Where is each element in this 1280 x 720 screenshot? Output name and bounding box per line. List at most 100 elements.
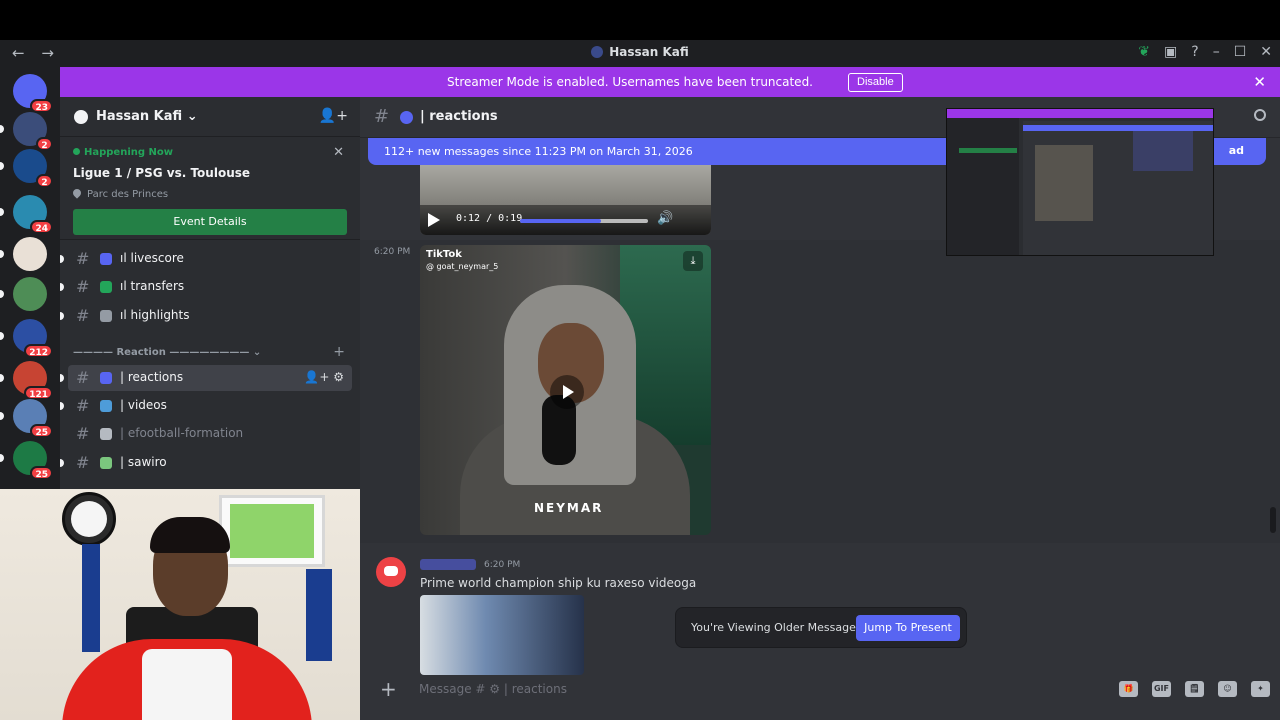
message-composer[interactable]: + Message # ⚙ | reactions 🎁 GIF 🗒 ☺ ✦ (370, 669, 1270, 709)
channel-emoji-icon (100, 428, 112, 440)
mark-as-read-text[interactable]: ad (1229, 144, 1244, 157)
top-black-bar (0, 0, 1280, 40)
chat-scrollbar[interactable] (1270, 507, 1276, 533)
unread-pill (0, 125, 4, 133)
message-input[interactable]: Message # ⚙ | reactions (419, 682, 567, 696)
server-icon[interactable]: 24 (0, 195, 53, 234)
unread-pill (0, 454, 4, 462)
mention-badge: 23 (30, 99, 53, 113)
discord-avatar[interactable] (376, 557, 406, 587)
create-channel-icon[interactable]: + (333, 344, 345, 360)
channel-item[interactable]: # ıl transfers (60, 274, 352, 300)
mention-badge: 2 (36, 174, 53, 188)
unread-pill (0, 162, 4, 170)
event-card: Happening Now ✕ Ligue 1 / PSG vs. Toulou… (60, 138, 360, 240)
message-video-thumbnail[interactable] (420, 595, 584, 675)
category-reaction[interactable]: ———— Reaction ———————— ⌄ + (73, 344, 353, 361)
gift-icon[interactable]: 🎁 (1119, 681, 1138, 697)
unread-indicator (60, 374, 64, 382)
play-overlay-icon[interactable] (550, 375, 584, 409)
nitro-leaf-icon[interactable]: ❦ (1138, 44, 1150, 60)
window-title: Hassan Kafi (0, 45, 1280, 59)
unread-pill (0, 412, 4, 420)
location-pin-icon (71, 187, 83, 199)
mention-badge: 24 (30, 220, 53, 234)
server-icon[interactable]: 25 (0, 399, 53, 438)
channel-settings-icon[interactable]: 👤+ ⚙ (304, 370, 344, 384)
minimize-button[interactable]: – (1213, 44, 1220, 60)
message-timestamp-2: 6:20 PM (484, 560, 521, 570)
server-icon[interactable]: 23 (13, 74, 53, 113)
unread-indicator (60, 459, 64, 467)
maximize-button[interactable]: ☐ (1234, 44, 1247, 60)
server-icon[interactable]: 212 (0, 319, 53, 358)
mention-badge: 121 (24, 386, 53, 400)
streamer-hair (150, 517, 230, 553)
help-icon[interactable]: ? (1191, 44, 1198, 60)
sticker-icon[interactable]: 🗒 (1185, 681, 1204, 697)
composer-tools: 🎁 GIF 🗒 ☺ ✦ (1119, 681, 1270, 697)
channel-emoji-icon (400, 111, 413, 124)
mention-badge: 2 (36, 137, 53, 151)
preview-main (1023, 121, 1213, 255)
guild-header-icon (74, 110, 88, 124)
search-icon[interactable] (1254, 109, 1266, 121)
channel-item[interactable]: # | efootball-formation (68, 421, 352, 447)
channel-item[interactable]: # ıl livescore (60, 246, 352, 272)
inbox-icon[interactable]: ▣ (1164, 44, 1177, 60)
message-timestamp: 6:20 PM (374, 247, 411, 257)
channel-item[interactable]: # | reactions 👤+ ⚙ (60, 365, 352, 391)
server-icon[interactable]: 25 (0, 441, 53, 480)
server-icon[interactable] (0, 237, 47, 271)
category-chevron-icon: ⌄ (252, 347, 262, 358)
server-icon[interactable]: 2 (0, 149, 53, 188)
invite-people-icon[interactable]: 👤+ (319, 108, 348, 124)
jump-to-present-button[interactable]: Jump To Present (856, 615, 960, 641)
download-icon[interactable]: ⤓ (683, 251, 703, 271)
category-label: ———— Reaction ———————— (73, 347, 250, 358)
video-progress-bar[interactable] (520, 219, 648, 223)
play-icon[interactable] (428, 213, 440, 227)
server-icon[interactable]: 2 (0, 112, 53, 151)
channel-label: | videos (120, 398, 167, 412)
channel-item[interactable]: # ıl highlights (60, 303, 352, 329)
event-status: Happening Now (73, 147, 173, 158)
streamer-mode-banner: Streamer Mode is enabled. Usernames have… (60, 67, 1280, 97)
guild-name-text: Hassan Kafi (96, 109, 183, 124)
channel-label: ıl highlights (120, 308, 190, 322)
mention-badge: 25 (30, 466, 53, 480)
attach-plus-icon[interactable]: + (380, 677, 397, 701)
event-details-button[interactable]: Event Details (73, 209, 347, 235)
video-watermark: NEYMAR (534, 501, 604, 515)
volume-icon[interactable]: 🔊 (657, 211, 673, 226)
channel-item[interactable]: # | sawiro (60, 450, 352, 476)
hash-icon: # (76, 396, 90, 415)
channel-item[interactable]: # | videos (60, 393, 352, 419)
emoji-icon[interactable]: ☺ (1218, 681, 1237, 697)
close-banner-icon[interactable]: ✕ (1253, 73, 1266, 91)
server-avatar (13, 277, 47, 311)
video-player-1[interactable]: 0:12 / 0:19 🔊 (420, 165, 711, 235)
channel-emoji-icon (100, 372, 112, 384)
guild-header[interactable]: Hassan Kafi ⌄ 👤+ (60, 97, 360, 137)
video-player-2[interactable]: TikTok @ goat_neymar_5 ⤓ NEYMAR (420, 245, 711, 535)
channel-emoji-icon (100, 310, 112, 322)
apps-icon[interactable]: ✦ (1251, 681, 1270, 697)
guild-name[interactable]: Hassan Kafi ⌄ (96, 109, 198, 124)
server-icon[interactable]: 121 (0, 361, 53, 400)
server-avatar (13, 237, 47, 271)
discord-window: ← → Hassan Kafi ❦ ▣ ? – ☐ ✕ 23 2 2 24 212 121… (0, 0, 1280, 720)
disable-streamer-mode-button[interactable]: Disable (848, 73, 903, 92)
gif-icon[interactable]: GIF (1152, 681, 1171, 697)
wall-clock (62, 492, 116, 546)
channel-label: | sawiro (120, 455, 167, 469)
preview-video (1035, 145, 1093, 221)
unread-pill (0, 290, 4, 298)
close-window-button[interactable]: ✕ (1260, 44, 1272, 60)
hash-icon: # (76, 453, 90, 472)
stream-preview-window (946, 108, 1214, 256)
message-author-redacted[interactable] (420, 559, 476, 570)
close-event-icon[interactable]: ✕ (333, 145, 344, 160)
preview-thumb (1133, 131, 1193, 171)
server-icon[interactable] (0, 277, 47, 311)
